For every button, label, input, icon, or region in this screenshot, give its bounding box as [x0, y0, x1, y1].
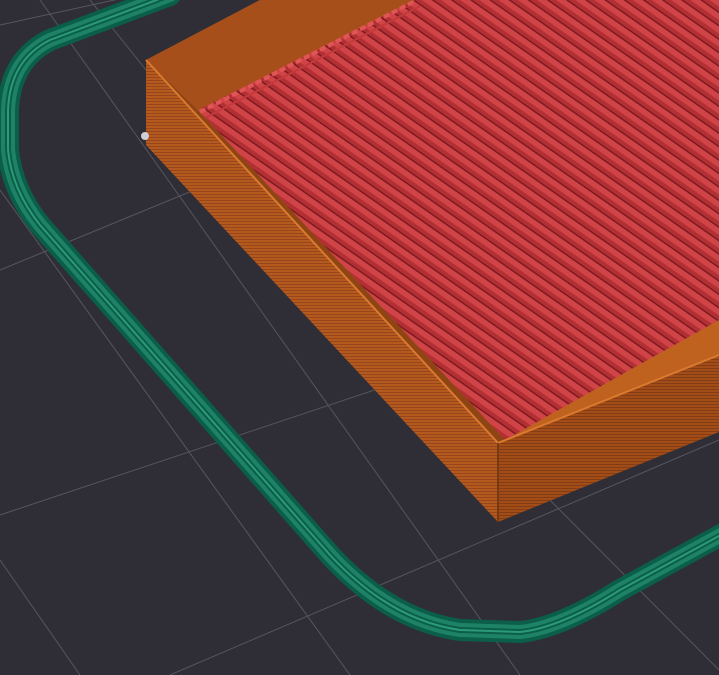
- 3d-scene[interactable]: [0, 0, 719, 675]
- origin-marker-icon: [141, 132, 149, 140]
- gcode-preview-viewport[interactable]: [0, 0, 719, 675]
